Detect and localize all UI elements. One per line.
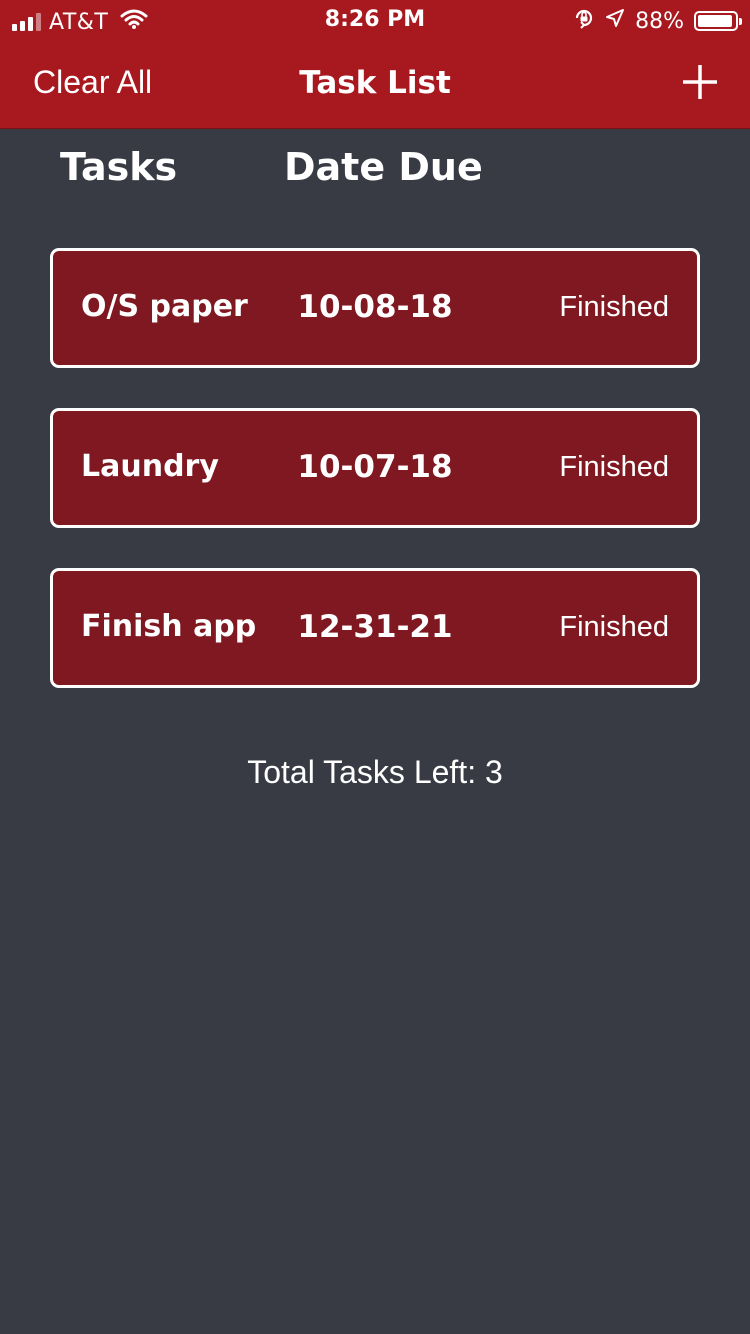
battery-percent: 88% [635, 8, 684, 34]
status-right: 88% [573, 7, 742, 35]
task-card[interactable]: O/S paper 10-08-18 Finished [50, 248, 700, 368]
task-finished-button[interactable]: Finished [559, 451, 669, 484]
nav-bar: Clear All Task List [0, 40, 750, 129]
total-tasks-left: Total Tasks Left: 3 [247, 754, 503, 790]
task-card[interactable]: Laundry 10-07-18 Finished [50, 408, 700, 528]
orientation-lock-icon [573, 7, 595, 35]
add-task-button[interactable] [680, 62, 720, 102]
plus-icon [683, 65, 717, 99]
column-headers: Tasks Date Due [0, 145, 750, 195]
task-finished-button[interactable]: Finished [559, 291, 669, 324]
column-header-date-due: Date Due [284, 145, 483, 189]
status-bar: AT&T 8:26 PM 88% [0, 0, 750, 40]
task-card[interactable]: Finish app 12-31-21 Finished [50, 568, 700, 688]
task-finished-button[interactable]: Finished [559, 611, 669, 644]
page-title: Task List [299, 65, 451, 101]
battery-icon [694, 11, 742, 31]
location-arrow-icon [605, 8, 625, 34]
column-header-tasks: Tasks [60, 145, 178, 189]
